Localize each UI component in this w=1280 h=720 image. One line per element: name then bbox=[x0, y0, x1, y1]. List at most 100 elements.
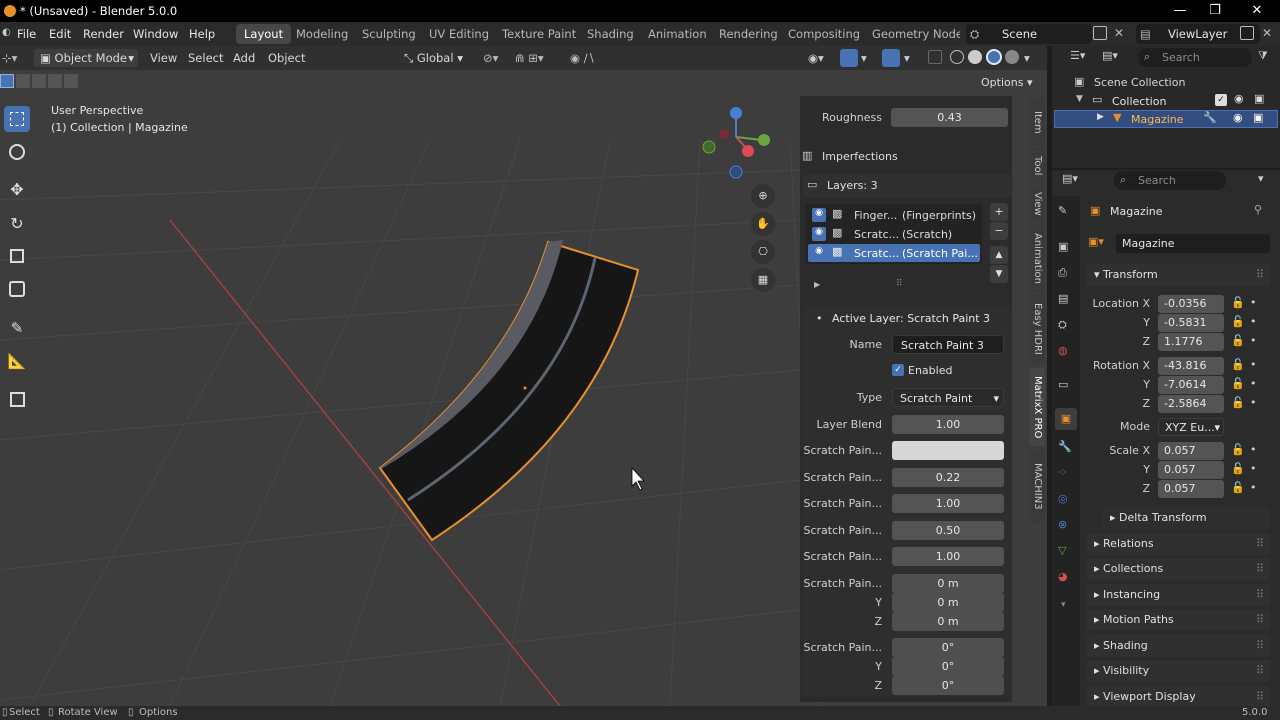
object-name-field[interactable]: Magazine bbox=[1116, 234, 1270, 253]
keyframe-dot-icon[interactable]: • bbox=[1250, 296, 1257, 309]
pin-icon[interactable]: ⚲ bbox=[1254, 203, 1262, 216]
eye-icon[interactable]: ◉ bbox=[1234, 92, 1244, 105]
instancing-section[interactable]: ▸ Instancing ⠿ bbox=[1086, 584, 1270, 606]
tab-animation[interactable]: Animation bbox=[640, 24, 715, 44]
pan-hand-icon[interactable]: ✋ bbox=[751, 212, 775, 236]
enabled-checkbox[interactable]: ✓ bbox=[892, 364, 904, 376]
overlay-dropdown-icon[interactable]: ▾ bbox=[904, 49, 910, 67]
object-data-icon[interactable]: ▣▾ bbox=[1088, 235, 1104, 248]
list-item[interactable]: ◉ ▩ Finger... (Fingerprints) bbox=[808, 206, 980, 224]
rotate-tool-icon[interactable]: ↻ bbox=[4, 210, 30, 236]
render-tab-icon[interactable]: ▣ bbox=[1058, 240, 1068, 253]
tab-modeling[interactable]: Modeling bbox=[288, 24, 356, 44]
scratch-param-field[interactable]: 0.50 bbox=[892, 521, 1004, 540]
scale-tool-icon[interactable] bbox=[4, 243, 30, 269]
delete-scene-icon[interactable]: ✕ bbox=[1114, 26, 1124, 40]
modifier-tab-icon[interactable]: 🔧 bbox=[1058, 440, 1072, 453]
world-tab-icon[interactable]: ◍ bbox=[1058, 344, 1068, 357]
menu-help[interactable]: Help bbox=[189, 27, 215, 41]
chevron-right-icon[interactable]: ▶ bbox=[1097, 112, 1104, 122]
mode-dropdown[interactable]: ▣ Object Mode ▾ bbox=[34, 49, 138, 67]
collections-section[interactable]: ▸ Collections ⠿ bbox=[1086, 558, 1270, 580]
lock-icon[interactable]: 🔓 bbox=[1231, 443, 1245, 456]
transform-section-header[interactable]: ▾ Transform ⠿ bbox=[1086, 264, 1270, 286]
view-layer-tab-icon[interactable]: ▤ bbox=[1058, 292, 1068, 305]
scratch-param-field[interactable]: 1.00 bbox=[892, 494, 1004, 513]
visibility-icon[interactable]: ◉▾ bbox=[808, 49, 824, 67]
select-subtract-icon[interactable] bbox=[32, 74, 46, 88]
scroll-down-icon[interactable]: ▾ bbox=[1061, 600, 1066, 610]
keyframe-dot-icon[interactable]: • bbox=[1250, 358, 1257, 371]
eye-icon[interactable]: ◉ bbox=[812, 246, 826, 260]
measure-tool-icon[interactable]: 📐 bbox=[4, 348, 30, 374]
location-z-field[interactable]: 1.1776 bbox=[1158, 333, 1224, 351]
keyframe-dot-icon[interactable]: • bbox=[1250, 462, 1257, 475]
rotation-x-field[interactable]: -43.816 bbox=[1158, 357, 1224, 375]
rotation-mode-dropdown[interactable]: XYZ Eu... ▾ bbox=[1158, 418, 1224, 436]
scale-y-field[interactable]: 0.057 bbox=[1158, 461, 1224, 479]
expand-triangle-icon[interactable]: ▶ bbox=[814, 280, 820, 289]
tab-compositing[interactable]: Compositing bbox=[780, 24, 868, 44]
scratch-rotation-x[interactable]: 0° bbox=[892, 638, 1004, 657]
keyframe-dot-icon[interactable]: • bbox=[1250, 481, 1257, 494]
keyframe-dot-icon[interactable]: • bbox=[1250, 315, 1257, 328]
camera-icon[interactable]: ▣ bbox=[1254, 92, 1264, 105]
navigation-gizmo[interactable] bbox=[702, 107, 770, 179]
transform-tool-icon[interactable] bbox=[4, 276, 30, 302]
keyframe-dot-icon[interactable]: • bbox=[1250, 443, 1257, 456]
roughness-field[interactable]: 0.43 bbox=[891, 108, 1008, 127]
scale-x-field[interactable]: 0.057 bbox=[1158, 442, 1224, 460]
new-view-layer-icon[interactable] bbox=[1240, 26, 1254, 40]
shading-section[interactable]: ▸ Shading ⠿ bbox=[1086, 635, 1270, 657]
minimize-button[interactable]: — bbox=[1160, 0, 1200, 22]
funnel-icon[interactable]: ⧩ bbox=[1258, 49, 1268, 63]
material-shading-icon[interactable] bbox=[986, 49, 1002, 65]
constraints-tab-icon[interactable]: ⊗ bbox=[1058, 518, 1067, 531]
select-invert-icon[interactable] bbox=[48, 74, 62, 88]
rotation-z-field[interactable]: -2.5864 bbox=[1158, 395, 1224, 413]
scratch-rotation-z[interactable]: 0° bbox=[892, 676, 1004, 695]
add-cube-tool-icon[interactable] bbox=[4, 386, 30, 412]
rendered-shading-icon[interactable] bbox=[1005, 50, 1019, 64]
select-box-tool-icon[interactable] bbox=[4, 106, 30, 132]
chevron-down-icon[interactable]: ▾ bbox=[1258, 172, 1264, 185]
lock-icon[interactable]: 🔓 bbox=[1231, 334, 1245, 347]
scale-z-field[interactable]: 0.057 bbox=[1158, 480, 1224, 498]
scratch-param-field[interactable]: 0.22 bbox=[892, 468, 1004, 487]
scratch-color-swatch[interactable] bbox=[892, 441, 1004, 460]
scratch-location-y[interactable]: 0 m bbox=[892, 593, 1004, 612]
wireframe-shading-icon[interactable] bbox=[950, 50, 964, 64]
lock-icon[interactable]: 🔓 bbox=[1231, 462, 1245, 475]
tab-texture-paint[interactable]: Texture Paint bbox=[494, 24, 584, 44]
lock-icon[interactable]: 🔓 bbox=[1231, 377, 1245, 390]
xray-icon[interactable] bbox=[928, 50, 942, 64]
add-layer-button[interactable]: + bbox=[990, 203, 1008, 221]
eye-icon[interactable]: ◉ bbox=[1233, 111, 1243, 124]
scratch-param-field[interactable]: 1.00 bbox=[892, 547, 1004, 566]
tab-matrixx-pro[interactable]: MatrixX PRO bbox=[1029, 368, 1045, 446]
pivot-icon[interactable]: ⊘▾ bbox=[483, 49, 498, 67]
annotate-tool-icon[interactable]: ✎ bbox=[4, 315, 30, 341]
snap-icon[interactable]: ⋒ ⊞▾ bbox=[515, 49, 544, 67]
menu-render[interactable]: Render bbox=[83, 27, 124, 41]
tab-tool[interactable]: Tool bbox=[1029, 148, 1045, 184]
tab-machin3[interactable]: MACHIN3 bbox=[1029, 450, 1045, 522]
delta-transform-section[interactable]: ▸ Delta Transform bbox=[1102, 507, 1270, 529]
close-button[interactable]: ✕ bbox=[1237, 0, 1277, 22]
properties-editor-icon[interactable]: ▤▾ bbox=[1062, 172, 1078, 185]
physics-tab-icon[interactable]: ◎ bbox=[1058, 492, 1068, 505]
keyframe-dot-icon[interactable]: • bbox=[1250, 377, 1257, 390]
keyframe-dot-icon[interactable]: • bbox=[1250, 396, 1257, 409]
material-tab-icon[interactable]: ◕ bbox=[1058, 570, 1068, 583]
filter-icon[interactable]: ▤▾ bbox=[1102, 49, 1118, 62]
particles-tab-icon[interactable]: ⁘ bbox=[1058, 466, 1067, 479]
keyframe-dot-icon[interactable]: • bbox=[1250, 334, 1257, 347]
maximize-button[interactable]: ❐ bbox=[1195, 0, 1235, 22]
list-item-active[interactable]: ◉ ▩ Scratc... (Scratch Pai... bbox=[808, 244, 980, 262]
move-up-button[interactable]: ▲ bbox=[990, 246, 1008, 264]
editor-type-icon[interactable]: ⊹▾ bbox=[2, 49, 17, 67]
lock-icon[interactable]: 🔓 bbox=[1231, 315, 1245, 328]
scene-selector[interactable]: ⛭ Scene bbox=[966, 24, 1092, 44]
new-scene-icon[interactable] bbox=[1093, 26, 1107, 40]
tab-layout[interactable]: Layout bbox=[236, 24, 292, 44]
